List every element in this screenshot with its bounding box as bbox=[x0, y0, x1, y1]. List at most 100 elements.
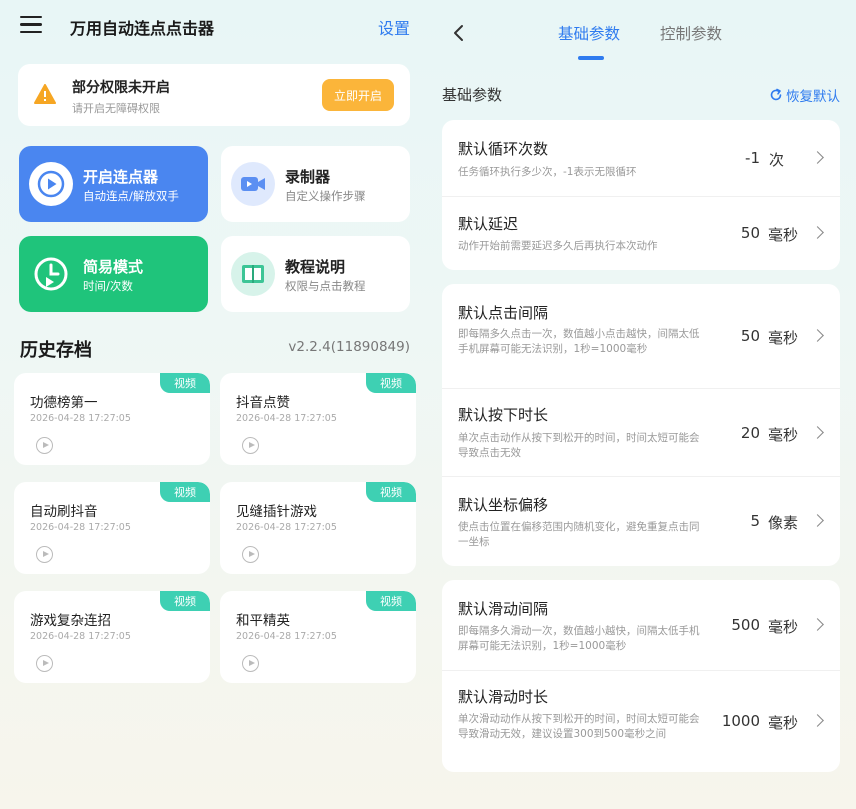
setting-unit: 毫秒 bbox=[767, 226, 798, 244]
history-card[interactable]: 视频 功德榜第一 2026-04-28 17:27:05 bbox=[14, 373, 210, 465]
tutorial-subtitle: 权限与点击教程 bbox=[285, 279, 366, 293]
play-icon[interactable] bbox=[36, 437, 53, 454]
section-title: 基础参数 bbox=[442, 86, 503, 104]
setting-value: 5 bbox=[750, 512, 760, 530]
setting-value: 50 bbox=[740, 224, 760, 242]
video-badge: 视频 bbox=[160, 373, 210, 393]
play-icon[interactable] bbox=[36, 655, 53, 672]
tutorial-tile[interactable]: 教程说明 权限与点击教程 bbox=[221, 236, 410, 312]
permission-card: 部分权限未开启 请开启无障碍权限 立即开启 bbox=[18, 64, 410, 126]
history-name: 游戏复杂连招 bbox=[30, 613, 111, 629]
settings-link[interactable]: 设置 bbox=[378, 15, 410, 39]
book-icon bbox=[231, 252, 275, 296]
play-icon[interactable] bbox=[36, 546, 53, 563]
top-bar: 万用自动连点点击器 设置 bbox=[0, 0, 428, 56]
setting-value: 20 bbox=[740, 424, 760, 442]
setting-desc: 即每隔多久点击一次，数值越小点击越快，间隔太低手机屏幕可能无法识别，1秒=100… bbox=[458, 328, 700, 355]
chevron-right-icon bbox=[811, 151, 824, 164]
start-clicker-title: 开启连点器 bbox=[83, 168, 159, 186]
tab-basic-params[interactable]: 基础参数 bbox=[558, 22, 620, 44]
history-date: 2026-04-28 17:27:05 bbox=[236, 413, 337, 424]
permission-subtitle: 请开启无障碍权限 bbox=[72, 102, 160, 115]
simple-mode-tile[interactable]: 简易模式 时间/次数 bbox=[19, 236, 208, 312]
enable-permission-button[interactable]: 立即开启 bbox=[322, 79, 394, 111]
recorder-tile[interactable]: 录制器 自定义操作步骤 bbox=[221, 146, 410, 222]
menu-icon[interactable] bbox=[20, 16, 42, 34]
chevron-right-icon bbox=[811, 226, 824, 239]
simple-mode-subtitle: 时间/次数 bbox=[83, 279, 133, 293]
history-date: 2026-04-28 17:27:05 bbox=[30, 413, 131, 424]
setting-row-coordinate-offset[interactable]: 默认坐标偏移 使点击位置在偏移范围内随机变化，避免重复点击同一坐标 5 像素 bbox=[442, 476, 840, 566]
setting-row-loop-count[interactable]: 默认循环次数 任务循环执行多少次，-1表示无限循环 -1 次 bbox=[442, 120, 840, 196]
video-badge: 视频 bbox=[366, 591, 416, 611]
settings-group-click: 默认点击间隔 即每隔多久点击一次，数值越小点击越快，间隔太低手机屏幕可能无法识别… bbox=[442, 284, 840, 566]
history-date: 2026-04-28 17:27:05 bbox=[30, 522, 131, 533]
home-screen: 万用自动连点点击器 设置 部分权限未开启 请开启无障碍权限 立即开启 开启连点器… bbox=[0, 0, 428, 809]
setting-unit: 毫秒 bbox=[767, 618, 798, 636]
play-icon[interactable] bbox=[242, 437, 259, 454]
chevron-right-icon bbox=[811, 426, 824, 439]
back-arrow-icon[interactable] bbox=[452, 24, 466, 42]
version-label: v2.2.4(11890849) bbox=[288, 339, 410, 355]
active-tab-indicator bbox=[578, 56, 604, 60]
setting-row-click-interval[interactable]: 默认点击间隔 即每隔多久点击一次，数值越小点击越快，间隔太低手机屏幕可能无法识别… bbox=[442, 284, 840, 388]
setting-desc: 任务循环执行多少次，-1表示无限循环 bbox=[458, 166, 637, 178]
history-card[interactable]: 视频 自动刷抖音 2026-04-28 17:27:05 bbox=[14, 482, 210, 574]
settings-group-swipe: 默认滑动间隔 即每隔多久滑动一次，数值越小越快，间隔太低手机屏幕可能无法识别，1… bbox=[442, 580, 840, 772]
play-icon[interactable] bbox=[242, 546, 259, 563]
history-title: 历史存档 bbox=[20, 340, 92, 361]
start-clicker-subtitle: 自动连点/解放双手 bbox=[83, 189, 179, 203]
history-card[interactable]: 视频 抖音点赞 2026-04-28 17:27:05 bbox=[220, 373, 416, 465]
setting-desc: 单次滑动动作从按下到松开的时间，时间太短可能会导致滑动无效，建议设置300到50… bbox=[458, 713, 700, 740]
history-name: 和平精英 bbox=[236, 613, 290, 629]
settings-group-general: 默认循环次数 任务循环执行多少次，-1表示无限循环 -1 次 默认延迟 动作开始… bbox=[442, 120, 840, 270]
setting-unit: 毫秒 bbox=[767, 426, 798, 444]
setting-unit: 毫秒 bbox=[767, 714, 798, 732]
setting-desc: 动作开始前需要延迟多久后再执行本次动作 bbox=[458, 240, 658, 252]
play-icon[interactable] bbox=[242, 655, 259, 672]
setting-title: 默认点击间隔 bbox=[458, 304, 549, 322]
restore-default-label: 恢复默认 bbox=[786, 89, 840, 105]
chevron-right-icon bbox=[811, 714, 824, 727]
setting-unit: 次 bbox=[768, 151, 784, 169]
history-card[interactable]: 视频 见缝插针游戏 2026-04-28 17:27:05 bbox=[220, 482, 416, 574]
history-card[interactable]: 视频 和平精英 2026-04-28 17:27:05 bbox=[220, 591, 416, 683]
simple-mode-title: 简易模式 bbox=[83, 258, 144, 276]
setting-title: 默认坐标偏移 bbox=[458, 496, 549, 514]
setting-unit: 毫秒 bbox=[767, 329, 798, 347]
history-card[interactable]: 视频 游戏复杂连招 2026-04-28 17:27:05 bbox=[14, 591, 210, 683]
setting-title: 默认滑动时长 bbox=[458, 688, 549, 706]
setting-desc: 单次点击动作从按下到松开的时间，时间太短可能会导致点击无效 bbox=[458, 432, 700, 459]
warning-icon bbox=[34, 84, 56, 104]
refresh-icon bbox=[770, 88, 782, 101]
history-name: 见缝插针游戏 bbox=[236, 504, 317, 520]
recorder-title: 录制器 bbox=[285, 168, 331, 186]
permission-title: 部分权限未开启 bbox=[72, 80, 170, 96]
restore-default-button[interactable]: 恢复默认 bbox=[769, 85, 840, 105]
setting-row-swipe-interval[interactable]: 默认滑动间隔 即每隔多久滑动一次，数值越小越快，间隔太低手机屏幕可能无法识别，1… bbox=[442, 580, 840, 670]
history-name: 功德榜第一 bbox=[30, 395, 98, 411]
settings-screen: 基础参数 控制参数 基础参数 恢复默认 默认循环次数 任务循环执行多少次，-1表… bbox=[428, 0, 856, 809]
recorder-subtitle: 自定义操作步骤 bbox=[285, 189, 366, 203]
start-clicker-tile[interactable]: 开启连点器 自动连点/解放双手 bbox=[19, 146, 208, 222]
tab-control-params[interactable]: 控制参数 bbox=[660, 22, 722, 44]
setting-desc: 即每隔多久滑动一次，数值越小越快，间隔太低手机屏幕可能无法识别，1秒=1000毫… bbox=[458, 625, 700, 652]
setting-unit: 像素 bbox=[767, 514, 798, 532]
setting-title: 默认循环次数 bbox=[458, 140, 549, 158]
setting-title: 默认滑动间隔 bbox=[458, 600, 549, 618]
history-date: 2026-04-28 17:27:05 bbox=[236, 631, 337, 642]
history-date: 2026-04-28 17:27:05 bbox=[236, 522, 337, 533]
chevron-right-icon bbox=[811, 618, 824, 631]
history-date: 2026-04-28 17:27:05 bbox=[30, 631, 131, 642]
video-badge: 视频 bbox=[366, 482, 416, 502]
setting-row-press-duration[interactable]: 默认按下时长 单次点击动作从按下到松开的时间，时间太短可能会导致点击无效 20 … bbox=[442, 388, 840, 476]
video-badge: 视频 bbox=[160, 482, 210, 502]
chevron-right-icon bbox=[811, 514, 824, 527]
clock-play-icon bbox=[29, 252, 73, 296]
setting-value: 50 bbox=[740, 327, 760, 345]
setting-row-delay[interactable]: 默认延迟 动作开始前需要延迟多久后再执行本次动作 50 毫秒 bbox=[442, 196, 840, 270]
video-badge: 视频 bbox=[366, 373, 416, 393]
setting-row-swipe-duration[interactable]: 默认滑动时长 单次滑动动作从按下到松开的时间，时间太短可能会导致滑动无效，建议设… bbox=[442, 670, 840, 772]
video-badge: 视频 bbox=[160, 591, 210, 611]
setting-title: 默认按下时长 bbox=[458, 406, 549, 424]
